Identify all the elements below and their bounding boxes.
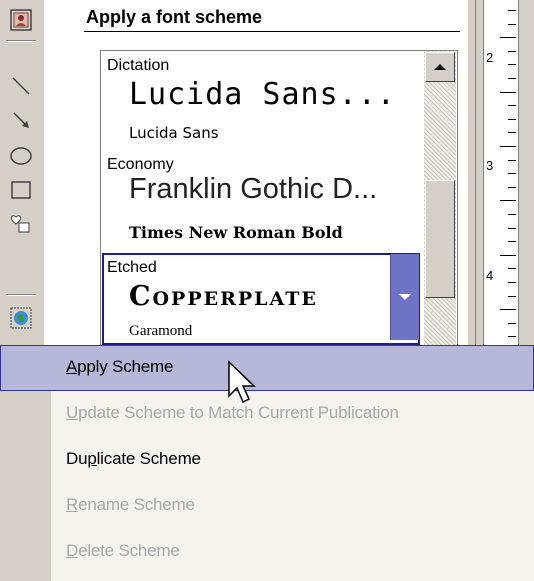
minor-font-sample: Times New Roman Bold bbox=[129, 223, 343, 242]
design-gallery-icon[interactable] bbox=[5, 302, 37, 334]
ruler-tick bbox=[508, 268, 516, 269]
ruler-tick bbox=[508, 214, 516, 215]
autoshapes-icon[interactable] bbox=[5, 208, 37, 240]
delete-scheme-menu-item[interactable]: Delete Scheme bbox=[0, 529, 534, 575]
ruler-tick bbox=[508, 119, 516, 120]
dropdown-arrow-icon bbox=[399, 294, 411, 300]
ruler-tick bbox=[500, 92, 516, 93]
scheme-item-economy[interactable]: Economy Franklin Gothic D... Times New R… bbox=[101, 151, 423, 251]
ruler-tick bbox=[500, 37, 516, 38]
ruler-tick bbox=[500, 146, 516, 147]
update-scheme-menu-item[interactable]: Update Scheme to Match Current Publicati… bbox=[0, 391, 534, 437]
scheme-dropdown-button[interactable] bbox=[390, 254, 419, 340]
menu-item-label: Delete Scheme bbox=[66, 541, 180, 560]
mouse-pointer-icon bbox=[228, 360, 256, 404]
ruler-tick bbox=[500, 309, 516, 310]
major-font-sample: Lucida Sans... bbox=[129, 77, 396, 112]
ruler-tick bbox=[508, 282, 516, 283]
ruler-tick bbox=[508, 105, 516, 106]
rectangle-icon[interactable] bbox=[5, 174, 37, 206]
ruler-tick bbox=[508, 323, 516, 324]
ruler-tick bbox=[500, 200, 516, 201]
scheme-name: Dictation bbox=[107, 57, 170, 74]
rename-scheme-menu-item[interactable]: Rename Scheme bbox=[0, 483, 534, 529]
scrollbar-thumb[interactable] bbox=[425, 180, 455, 298]
ruler-tick bbox=[508, 51, 516, 52]
oval-icon[interactable] bbox=[5, 140, 37, 172]
line-icon[interactable] bbox=[5, 70, 37, 102]
ruler-tick bbox=[508, 78, 516, 79]
ruler-number: 4 bbox=[486, 268, 494, 283]
ruler-tick bbox=[508, 64, 516, 65]
ruler-tick bbox=[500, 255, 516, 256]
ruler-tick bbox=[508, 24, 516, 25]
ruler-tick bbox=[508, 336, 516, 337]
apply-scheme-menu-item[interactable]: Apply Scheme bbox=[0, 345, 534, 391]
ruler-number: 2 bbox=[486, 50, 494, 65]
scroll-up-button[interactable] bbox=[425, 52, 455, 82]
minor-font-sample: Lucida Sans bbox=[129, 124, 219, 142]
ruler-tick bbox=[508, 10, 516, 11]
toolbar-separator bbox=[6, 294, 36, 296]
ruler-number: 3 bbox=[486, 158, 494, 173]
scheme-item-dictation[interactable]: Dictation Lucida Sans... Lucida Sans bbox=[101, 51, 423, 151]
ruler-tick bbox=[508, 173, 516, 174]
selected-scheme-outline bbox=[102, 253, 420, 345]
menu-item-label: Rename Scheme bbox=[66, 495, 195, 514]
title-divider bbox=[84, 31, 460, 32]
context-menu: Apply Scheme Update Scheme to Match Curr… bbox=[0, 345, 534, 581]
ruler-tick bbox=[508, 132, 516, 133]
scroll-up-arrow-icon bbox=[434, 64, 446, 70]
arrow-icon[interactable] bbox=[5, 104, 37, 136]
ruler-tick bbox=[508, 160, 516, 161]
toolbar-separator bbox=[6, 40, 36, 42]
menu-item-label: Apply Scheme bbox=[66, 357, 174, 376]
ruler-tick bbox=[508, 228, 516, 229]
picture-frame-icon[interactable] bbox=[5, 4, 37, 36]
objects-toolbar bbox=[0, 0, 44, 345]
duplicate-scheme-menu-item[interactable]: Duplicate Scheme bbox=[0, 437, 534, 483]
ruler-tick bbox=[508, 187, 516, 188]
ruler-tick bbox=[508, 241, 516, 242]
menu-item-label: Duplicate Scheme bbox=[66, 449, 201, 468]
major-font-sample: Franklin Gothic D... bbox=[129, 173, 378, 205]
scheme-name: Economy bbox=[107, 156, 174, 173]
ruler-tick bbox=[508, 296, 516, 297]
pane-title: Apply a font scheme bbox=[86, 7, 263, 27]
